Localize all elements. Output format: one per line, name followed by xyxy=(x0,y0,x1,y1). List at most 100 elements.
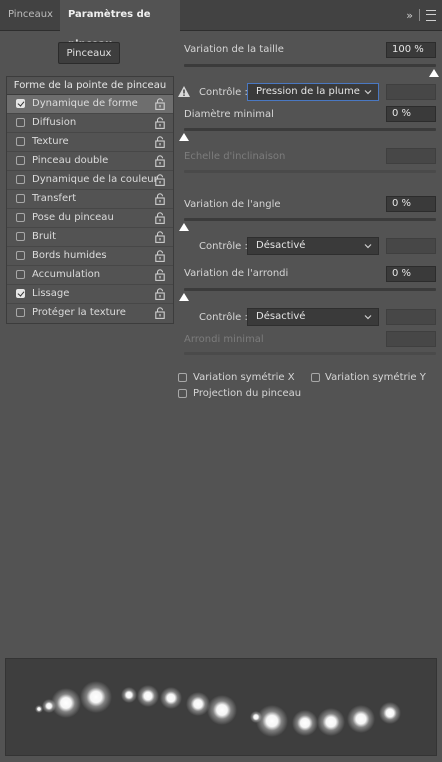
tilt-scale-slider xyxy=(184,170,436,173)
brush-option-item[interactable]: Pose du pinceau xyxy=(7,209,173,228)
lock-icon[interactable] xyxy=(155,212,165,224)
brush-options-list: Dynamique de forme Diffusion Texture Pincea… xyxy=(6,94,174,324)
lock-icon[interactable] xyxy=(155,269,165,281)
lock-icon[interactable] xyxy=(155,307,165,319)
tab-bar-tools: » xyxy=(406,8,436,22)
brush-option-item[interactable]: Protéger la texture xyxy=(7,304,173,323)
angle-jitter-field[interactable]: 0 % xyxy=(386,196,436,212)
chevron-down-icon xyxy=(364,315,372,320)
brush-option-item[interactable]: Transfert xyxy=(7,190,173,209)
flip-y-checkbox[interactable] xyxy=(311,373,320,382)
brush-option-item[interactable]: Bruit xyxy=(7,228,173,247)
control2-value: Désactivé xyxy=(256,240,306,251)
tab-brush-settings[interactable]: Paramètres de pinceau xyxy=(60,0,180,50)
roundness-jitter-slider-handle[interactable] xyxy=(179,293,189,301)
flip-y-label: Variation symétrie Y xyxy=(325,372,426,383)
brush-option-item[interactable]: Pinceau double xyxy=(7,152,173,171)
angle-jitter-slider-handle[interactable] xyxy=(179,223,189,231)
stroke-preview xyxy=(5,658,437,756)
lock-icon[interactable] xyxy=(155,193,165,205)
brush-option-label: Dynamique de forme xyxy=(32,98,138,109)
control3-select[interactable]: Désactivé xyxy=(247,308,379,326)
min-diameter-slider-handle[interactable] xyxy=(179,133,189,141)
stroke-preview-graphic xyxy=(35,681,401,737)
lock-icon[interactable] xyxy=(155,250,165,262)
brush-option-label: Accumulation xyxy=(32,269,101,280)
brush-option-label: Bruit xyxy=(32,231,57,242)
warning-icon xyxy=(178,86,190,97)
control3-extra-field xyxy=(386,309,436,325)
brush-option-item[interactable]: Bords humides xyxy=(7,247,173,266)
brushes-button[interactable]: Pinceaux xyxy=(58,42,120,64)
tab-separator xyxy=(419,9,420,21)
roundness-jitter-slider[interactable] xyxy=(184,288,436,291)
flip-x-label: Variation symétrie X xyxy=(193,372,295,383)
chevron-down-icon xyxy=(364,244,372,249)
size-jitter-slider-handle[interactable] xyxy=(429,69,439,77)
control1-select[interactable]: Pression de la plume xyxy=(247,83,379,101)
roundness-jitter-field[interactable]: 0 % xyxy=(386,266,436,282)
size-jitter-field[interactable]: 100 % xyxy=(386,42,436,58)
control3-value: Désactivé xyxy=(256,311,306,322)
lock-icon[interactable] xyxy=(155,136,165,148)
brush-option-item[interactable]: Accumulation xyxy=(7,266,173,285)
brush-option-checkbox[interactable] xyxy=(16,118,25,127)
size-jitter-slider[interactable] xyxy=(184,64,436,67)
brush-option-item[interactable]: Lissage xyxy=(7,285,173,304)
brush-option-label: Dynamique de la couleur xyxy=(32,174,158,185)
tilt-scale-label: Echelle d'inclinaison xyxy=(184,151,286,162)
brush-option-checkbox[interactable] xyxy=(16,308,25,317)
brush-option-label: Diffusion xyxy=(32,117,77,128)
min-roundness-slider xyxy=(184,352,436,355)
brush-option-checkbox[interactable] xyxy=(16,194,25,203)
brush-option-item[interactable]: Dynamique de la couleur xyxy=(7,171,173,190)
angle-jitter-slider[interactable] xyxy=(184,218,436,221)
brush-option-checkbox[interactable] xyxy=(16,175,25,184)
control1-value: Pression de la plume xyxy=(256,86,360,97)
min-diameter-slider[interactable] xyxy=(184,128,436,131)
min-roundness-field xyxy=(386,331,436,347)
control3-label: Contrôle : xyxy=(199,312,248,323)
panel-tab-bar: Pinceaux Paramètres de pinceau » xyxy=(0,0,442,50)
flip-x-checkbox[interactable] xyxy=(178,373,187,382)
lock-icon[interactable] xyxy=(155,155,165,167)
brush-tip-shape-item[interactable]: Forme de la pointe de pinceau xyxy=(6,76,174,94)
collapse-chevron-icon[interactable]: » xyxy=(406,9,413,22)
brush-option-label: Pose du pinceau xyxy=(32,212,114,223)
brush-option-checkbox[interactable] xyxy=(16,232,25,241)
brush-option-checkbox[interactable] xyxy=(16,213,25,222)
lock-icon[interactable] xyxy=(155,231,165,243)
angle-jitter-label: Variation de l'angle xyxy=(184,199,281,210)
tilt-scale-field xyxy=(386,148,436,164)
brush-option-checkbox[interactable] xyxy=(16,137,25,146)
lock-icon[interactable] xyxy=(155,288,165,300)
brush-option-label: Lissage xyxy=(32,288,70,299)
brush-option-checkbox[interactable] xyxy=(16,156,25,165)
brush-option-checkbox[interactable] xyxy=(16,251,25,260)
control1-label: Contrôle : xyxy=(199,87,248,98)
min-diameter-field[interactable]: 0 % xyxy=(386,106,436,122)
lock-icon[interactable] xyxy=(155,98,165,110)
brush-option-item[interactable]: Texture xyxy=(7,133,173,152)
brush-option-checkbox[interactable] xyxy=(16,99,25,108)
brush-option-checkbox[interactable] xyxy=(16,289,25,298)
size-jitter-label: Variation de la taille xyxy=(184,44,284,55)
control2-select[interactable]: Désactivé xyxy=(247,237,379,255)
brush-option-checkbox[interactable] xyxy=(16,270,25,279)
panel-menu-icon[interactable] xyxy=(426,9,436,21)
brush-projection-checkbox[interactable] xyxy=(178,389,187,398)
tab-brushes[interactable]: Pinceaux xyxy=(0,0,60,30)
brush-option-label: Protéger la texture xyxy=(32,307,126,318)
brush-option-label: Pinceau double xyxy=(32,155,109,166)
min-diameter-label: Diamètre minimal xyxy=(184,109,274,120)
chevron-down-icon xyxy=(364,90,372,95)
roundness-jitter-label: Variation de l'arrondi xyxy=(184,268,289,279)
lock-icon[interactable] xyxy=(155,174,165,186)
control2-extra-field xyxy=(386,238,436,254)
min-roundness-label: Arrondi minimal xyxy=(184,334,264,345)
control2-label: Contrôle : xyxy=(199,241,248,252)
brush-option-item[interactable]: Diffusion xyxy=(7,114,173,133)
lock-icon[interactable] xyxy=(155,117,165,129)
brush-option-item[interactable]: Dynamique de forme xyxy=(7,95,173,114)
brush-option-label: Transfert xyxy=(32,193,77,204)
